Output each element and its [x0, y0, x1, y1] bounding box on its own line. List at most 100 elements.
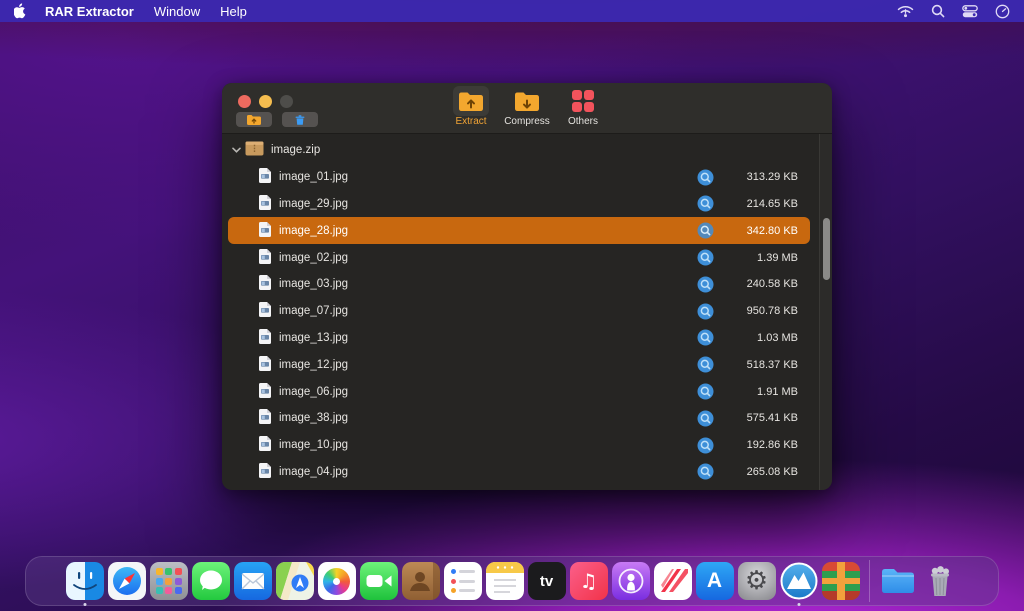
app-store-a-glyph: A [707, 569, 722, 593]
list-item[interactable]: image_12.jpg 518.37 KB [222, 351, 832, 378]
quick-look-icon[interactable] [697, 356, 714, 373]
window-titlebar[interactable]: Extract Compress Others [222, 83, 832, 134]
chevron-down-icon[interactable] [232, 147, 241, 153]
list-item[interactable]: image_38.jpg 575.41 KB [222, 405, 832, 432]
apple-menu-icon[interactable] [14, 3, 27, 19]
dock-item-rar-extractor[interactable] [780, 562, 818, 600]
file-size: 313.29 KB [728, 171, 798, 183]
quick-look-icon[interactable] [697, 383, 714, 400]
dock-item-podcasts[interactable] [612, 562, 650, 600]
list-item[interactable]: image_29.jpg 214.65 KB [222, 191, 832, 218]
file-name: image_03.jpg [279, 278, 348, 290]
tab-others-label: Others [568, 116, 598, 127]
clock-icon[interactable] [995, 4, 1010, 19]
toolbar-segments: Extract Compress Others [446, 86, 608, 127]
running-indicator [797, 603, 800, 606]
zip-archive-icon [245, 141, 264, 159]
list-item[interactable]: image_02.jpg 1.39 MB [222, 244, 832, 271]
archive-row[interactable]: image.zip [222, 137, 832, 164]
file-size: 342.80 KB [728, 225, 798, 237]
jpg-file-icon [258, 167, 272, 187]
dock-item-news[interactable] [654, 562, 692, 600]
file-size: 950.78 KB [728, 305, 798, 317]
folder-down-icon [509, 86, 545, 116]
quick-look-icon[interactable] [697, 437, 714, 454]
quick-look-icon[interactable] [697, 329, 714, 346]
quick-look-icon[interactable] [697, 195, 714, 212]
scrollbar-thumb[interactable] [823, 218, 830, 280]
file-size: 518.37 KB [728, 359, 798, 371]
list-item[interactable]: image_03.jpg 240.58 KB [222, 271, 832, 298]
dock-item-maps[interactable] [276, 562, 314, 600]
tab-compress[interactable]: Compress [502, 86, 552, 127]
list-item[interactable]: image_07.jpg 950.78 KB [222, 298, 832, 325]
traffic-lights [238, 95, 293, 108]
photos-pinwheel-icon [323, 568, 350, 595]
file-size: 214.65 KB [728, 198, 798, 210]
dock-item-system-preferences[interactable]: ⚙ [738, 562, 776, 600]
dock-divider [869, 560, 870, 602]
dock-item-launchpad[interactable] [150, 562, 188, 600]
scrollbar-track[interactable] [819, 134, 832, 490]
close-button[interactable] [238, 95, 251, 108]
list-item[interactable]: image_04.jpg 265.08 KB [222, 459, 832, 486]
jpg-file-icon [258, 274, 272, 294]
list-item[interactable]: image_06.jpg 1.91 MB [222, 378, 832, 405]
dock-item-finder[interactable] [66, 562, 104, 600]
dock-item-archiver-utility[interactable] [822, 562, 860, 600]
file-name: image_38.jpg [279, 412, 348, 424]
file-name: image_01.jpg [279, 171, 348, 183]
dock-item-safari[interactable] [108, 562, 146, 600]
file-size: 240.58 KB [728, 278, 798, 290]
extract-folder-button[interactable] [236, 112, 272, 127]
file-name: image_28.jpg [279, 225, 348, 237]
quick-look-icon[interactable] [697, 463, 714, 480]
dock-item-reminders[interactable] [444, 562, 482, 600]
launchpad-grid-icon [156, 568, 182, 594]
list-item[interactable]: image_01.jpg 313.29 KB [222, 164, 832, 191]
dock-item-mail[interactable] [234, 562, 272, 600]
quick-look-icon[interactable] [697, 303, 714, 320]
jpg-file-icon [258, 328, 272, 348]
red-grid-icon [565, 86, 601, 116]
file-size: 1.91 MB [728, 386, 798, 398]
running-indicator [83, 603, 86, 606]
list-item[interactable]: image_13.jpg 1.03 MB [222, 325, 832, 352]
dock-item-trash[interactable] [921, 562, 959, 600]
wifi-icon[interactable] [897, 5, 914, 18]
trash-button[interactable] [282, 112, 318, 127]
music-note-glyph: ♫ [580, 569, 598, 593]
tab-extract[interactable]: Extract [446, 86, 496, 127]
jpg-file-icon [258, 382, 272, 402]
jpg-file-icon [258, 301, 272, 321]
jpg-file-icon [258, 194, 272, 214]
spotlight-search-icon[interactable] [931, 4, 945, 18]
dock-item-notes[interactable] [486, 562, 524, 600]
quick-look-icon[interactable] [697, 276, 714, 293]
quick-look-icon[interactable] [697, 249, 714, 266]
list-item[interactable]: image_10.jpg 192.86 KB [222, 432, 832, 459]
tab-compress-label: Compress [504, 116, 550, 127]
dock-item-photos[interactable] [318, 562, 356, 600]
dock-item-messages[interactable] [192, 562, 230, 600]
reminders-lines-icon [451, 569, 475, 593]
control-center-icon[interactable] [962, 5, 978, 18]
dock-item-tv[interactable]: tv [528, 562, 566, 600]
dock-item-facetime[interactable] [360, 562, 398, 600]
list-item-selected[interactable]: image_28.jpg 342.80 KB [228, 217, 810, 244]
file-name: image_10.jpg [279, 439, 348, 451]
quick-look-icon[interactable] [697, 410, 714, 427]
dock-item-downloads-folder[interactable] [879, 562, 917, 600]
menu-help[interactable]: Help [220, 4, 247, 19]
quick-look-icon[interactable] [697, 222, 714, 239]
tab-others[interactable]: Others [558, 86, 608, 127]
dock-item-contacts[interactable] [402, 562, 440, 600]
dock-item-music[interactable]: ♫ [570, 562, 608, 600]
minimize-button[interactable] [259, 95, 272, 108]
quick-look-icon[interactable] [697, 169, 714, 186]
menu-app-name[interactable]: RAR Extractor [45, 4, 134, 19]
dock-item-app-store[interactable]: A [696, 562, 734, 600]
dock: tv ♫ A ⚙ [25, 556, 999, 606]
file-name: image_02.jpg [279, 252, 348, 264]
menu-window[interactable]: Window [154, 4, 200, 19]
